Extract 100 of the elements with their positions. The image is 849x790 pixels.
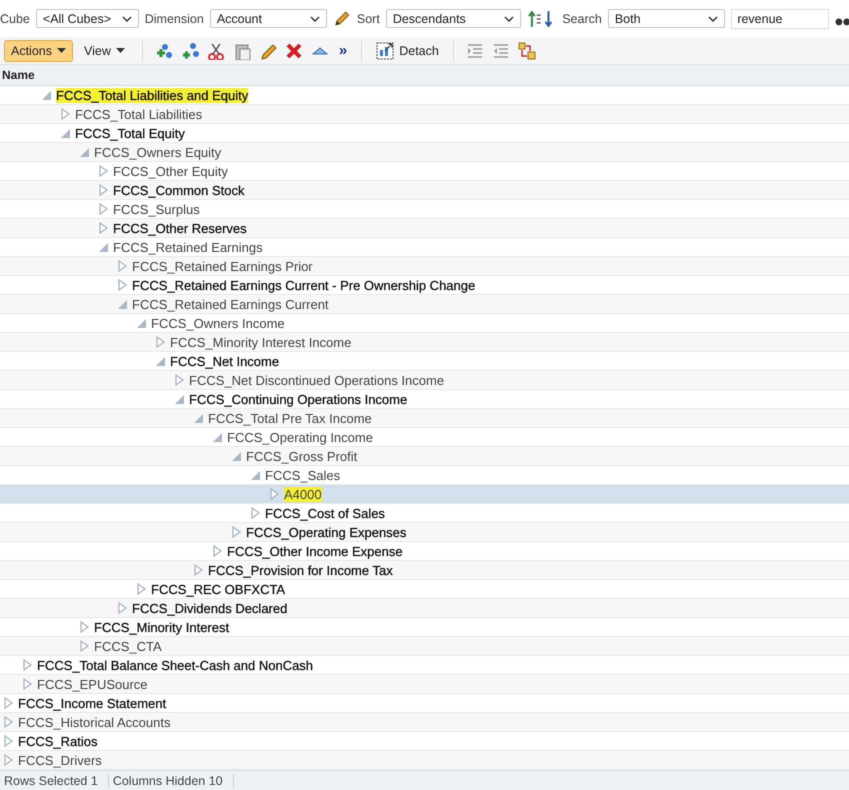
tree-label: FCCS_Retained Earnings Current [132,296,329,312]
cut-icon[interactable] [206,42,225,60]
tree-row[interactable]: FCCS_Total Liabilities [0,105,849,124]
column-header[interactable]: Name [0,68,35,82]
tree-row[interactable]: FCCS_Owners Equity [0,143,849,162]
collapse-icon[interactable] [212,431,223,443]
pencil-icon[interactable] [333,10,351,28]
tree-row[interactable]: FCCS_EPUSource [0,675,849,694]
expand-icon[interactable] [136,583,147,595]
tree-label: FCCS_Continuing Operations Income [189,392,408,406]
collapse-icon[interactable] [155,355,166,367]
tree-label: FCCS_Operating Expenses [246,524,406,540]
field-label: Sort [356,12,380,26]
add-node-icon[interactable] [154,42,173,60]
dropdown[interactable]: Both [608,9,726,28]
pencil-icon[interactable] [258,42,277,60]
tree-row[interactable]: FCCS_Dividends Declared [0,599,849,618]
dropdown[interactable]: Descendants [386,9,521,28]
expand-icon[interactable] [3,697,14,709]
tree-row[interactable]: FCCS_Provision for Income Tax [0,561,849,580]
expand-icon[interactable] [79,621,90,633]
tree-row[interactable]: FCCS_Other Reserves [0,219,849,238]
collapse-icon[interactable] [60,127,71,139]
dropdown[interactable]: <All Cubes> [36,9,139,28]
expand-icon[interactable] [98,203,109,215]
tree-row[interactable]: A4000 [0,485,849,504]
collapse-icon[interactable] [41,89,52,101]
collapse-icon[interactable] [98,241,109,253]
tree-row[interactable]: FCCS_Ratios [0,732,849,751]
tree-row[interactable]: FCCS_Gross Profit [0,447,849,466]
expand-icon[interactable] [22,659,33,671]
swap-icon[interactable] [518,42,536,60]
expand-icon[interactable] [22,678,33,690]
delete-icon[interactable] [284,42,303,60]
tree-row[interactable]: FCCS_Income Statement [0,694,849,713]
paste-icon[interactable] [232,42,251,60]
field-label: Cube [0,12,30,26]
menu-button[interactable]: View [77,40,132,62]
tree-row[interactable]: FCCS_Common Stock [0,181,849,200]
expand-icon[interactable] [117,260,128,272]
expand-icon[interactable] [79,640,90,652]
detach-button[interactable]: Detach [372,40,443,62]
expand-icon[interactable] [60,108,71,120]
menu-button[interactable]: Actions [4,40,73,62]
collapse-icon[interactable] [136,317,147,329]
dropdown-value: <All Cubes> [42,12,111,26]
tree-row[interactable]: FCCS_Total Pre Tax Income [0,409,849,428]
tree-row[interactable]: FCCS_REC OBFXCTA [0,580,849,599]
tree-label: FCCS_Total Pre Tax Income [208,410,372,426]
tree-label: FCCS_Income Statement [18,696,166,710]
tree-row[interactable]: FCCS_Surplus [0,200,849,219]
collapse-icon[interactable] [79,146,90,158]
search-field[interactable]: revenue [731,8,830,28]
tree-label: FCCS_Owners Equity [94,144,222,160]
tree-label: FCCS_Drivers [18,752,102,768]
tree-row[interactable]: FCCS_Drivers [0,751,849,770]
indent-icon[interactable] [466,42,484,60]
collapse-icon[interactable] [117,298,128,310]
expand-icon[interactable] [117,279,128,291]
tree-row[interactable]: FCCS_Retained Earnings Current [0,295,849,314]
expand-icon[interactable] [193,564,204,576]
expand-icon[interactable] [269,488,280,500]
tree-row[interactable]: FCCS_Net Discontinued Operations Income [0,371,849,390]
tree-row[interactable]: FCCS_Historical Accounts [0,713,849,732]
expand-icon[interactable] [98,222,109,234]
collapse-icon[interactable] [250,469,261,481]
tree-row[interactable]: FCCS_Minority Interest Income [0,333,849,352]
status-text: Rows Selected 1 [0,774,109,788]
tree-row[interactable]: FCCS_Retained Earnings Prior [0,257,849,276]
expand-icon[interactable] [250,507,261,519]
tree-row[interactable]: FCCS_Retained Earnings Current - Pre Ownership Change [0,276,849,295]
expand-icon[interactable] [3,754,14,766]
collapse-icon[interactable] [193,412,204,424]
expand-icon[interactable] [3,716,14,728]
outdent-icon[interactable] [492,42,510,60]
expand-icon[interactable] [155,336,166,348]
status-text: Columns Hidden 10 [108,774,234,788]
add-child-icon[interactable] [180,42,199,60]
tree-label: FCCS_Operating Income [227,430,373,444]
tree-row[interactable]: FCCS_Minority Interest [0,618,849,637]
expand-icon[interactable] [174,374,185,386]
expand-icon[interactable] [98,184,109,196]
collapse-icon[interactable] [231,450,242,462]
tree-row[interactable]: FCCS_CTA [0,637,849,656]
tree-row[interactable]: FCCS_Operating Expenses [0,523,849,542]
tree-label: FCCS_Sales [265,468,340,482]
expand-icon[interactable] [117,602,128,614]
tree-row[interactable]: FCCS_Total Balance Sheet-Cash and NonCash [0,656,849,675]
field-label: Search [562,12,602,26]
tree-row[interactable]: FCCS_Other Income Expense [0,542,849,561]
expand-icon[interactable] [212,545,223,557]
dropdown[interactable]: Account [210,9,328,28]
tree-row[interactable]: FCCS_Other Equity [0,162,849,181]
expand-icon[interactable] [3,735,14,747]
tree-row[interactable]: FCCS_Cost of Sales [0,504,849,523]
overflow-button[interactable]: » [334,42,352,59]
expand-icon[interactable] [231,526,242,538]
expand-icon[interactable] [98,165,109,177]
collapse-icon[interactable] [174,393,185,405]
tree-label: FCCS_Total Liabilities [75,106,202,122]
